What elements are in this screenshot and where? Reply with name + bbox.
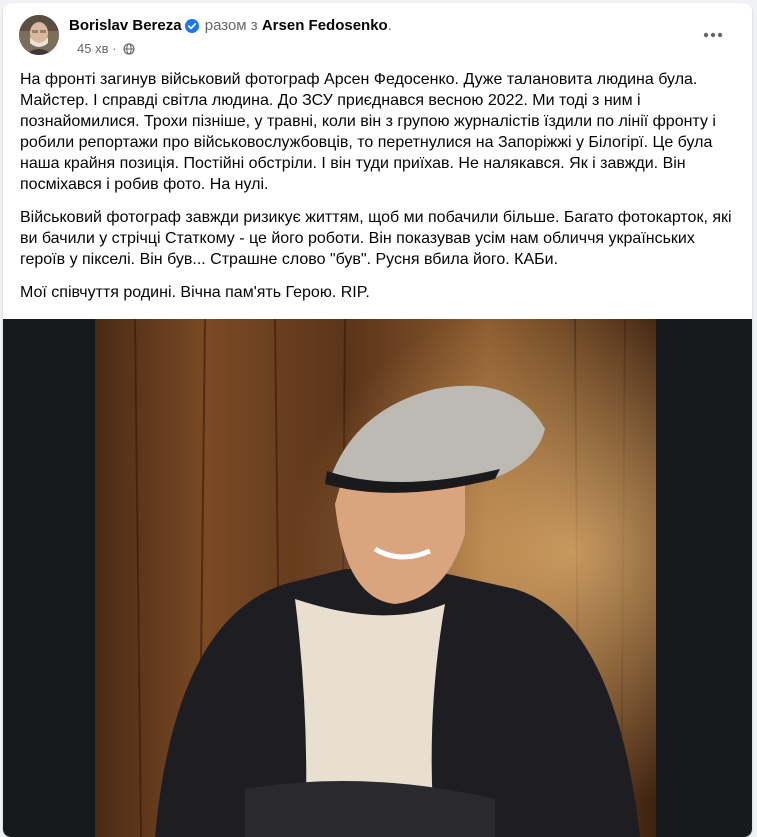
- author-name[interactable]: Borislav Bereza: [69, 17, 182, 34]
- post-card: Borislav Bereza разом з Arsen Fedosenko.…: [3, 3, 752, 837]
- meta-separator: ·: [112, 41, 117, 56]
- more-options-button[interactable]: [696, 19, 730, 49]
- coauthor-name[interactable]: Arsen Fedosenko: [262, 17, 388, 34]
- post-paragraph: Військовий фотограф завжди ризикує життя…: [20, 209, 732, 268]
- post-meta: 45 хв ·: [77, 41, 135, 57]
- post-paragraph: На фронті загинув військовий фотограф Ар…: [20, 71, 716, 193]
- with-text: разом з: [204, 17, 258, 34]
- more-options-icon: [703, 25, 723, 43]
- post-authors: Borislav Bereza разом з Arsen Fedosenko.: [69, 16, 392, 39]
- coauthor-suffix: .: [387, 17, 392, 34]
- post-text: На фронті загинув військовий фотограф Ар…: [20, 69, 736, 315]
- post-photo[interactable]: [95, 319, 656, 837]
- globe-icon[interactable]: [120, 41, 135, 56]
- post-photo-container[interactable]: [3, 319, 752, 837]
- post-time[interactable]: 45 хв: [77, 41, 108, 56]
- post-paragraph: Мої співчуття родині. Вічна пам'ять Геро…: [20, 284, 370, 301]
- author-avatar[interactable]: [19, 15, 59, 55]
- verified-badge-icon: [184, 19, 199, 39]
- post-header: Borislav Bereza разом з Arsen Fedosenko.…: [19, 15, 736, 63]
